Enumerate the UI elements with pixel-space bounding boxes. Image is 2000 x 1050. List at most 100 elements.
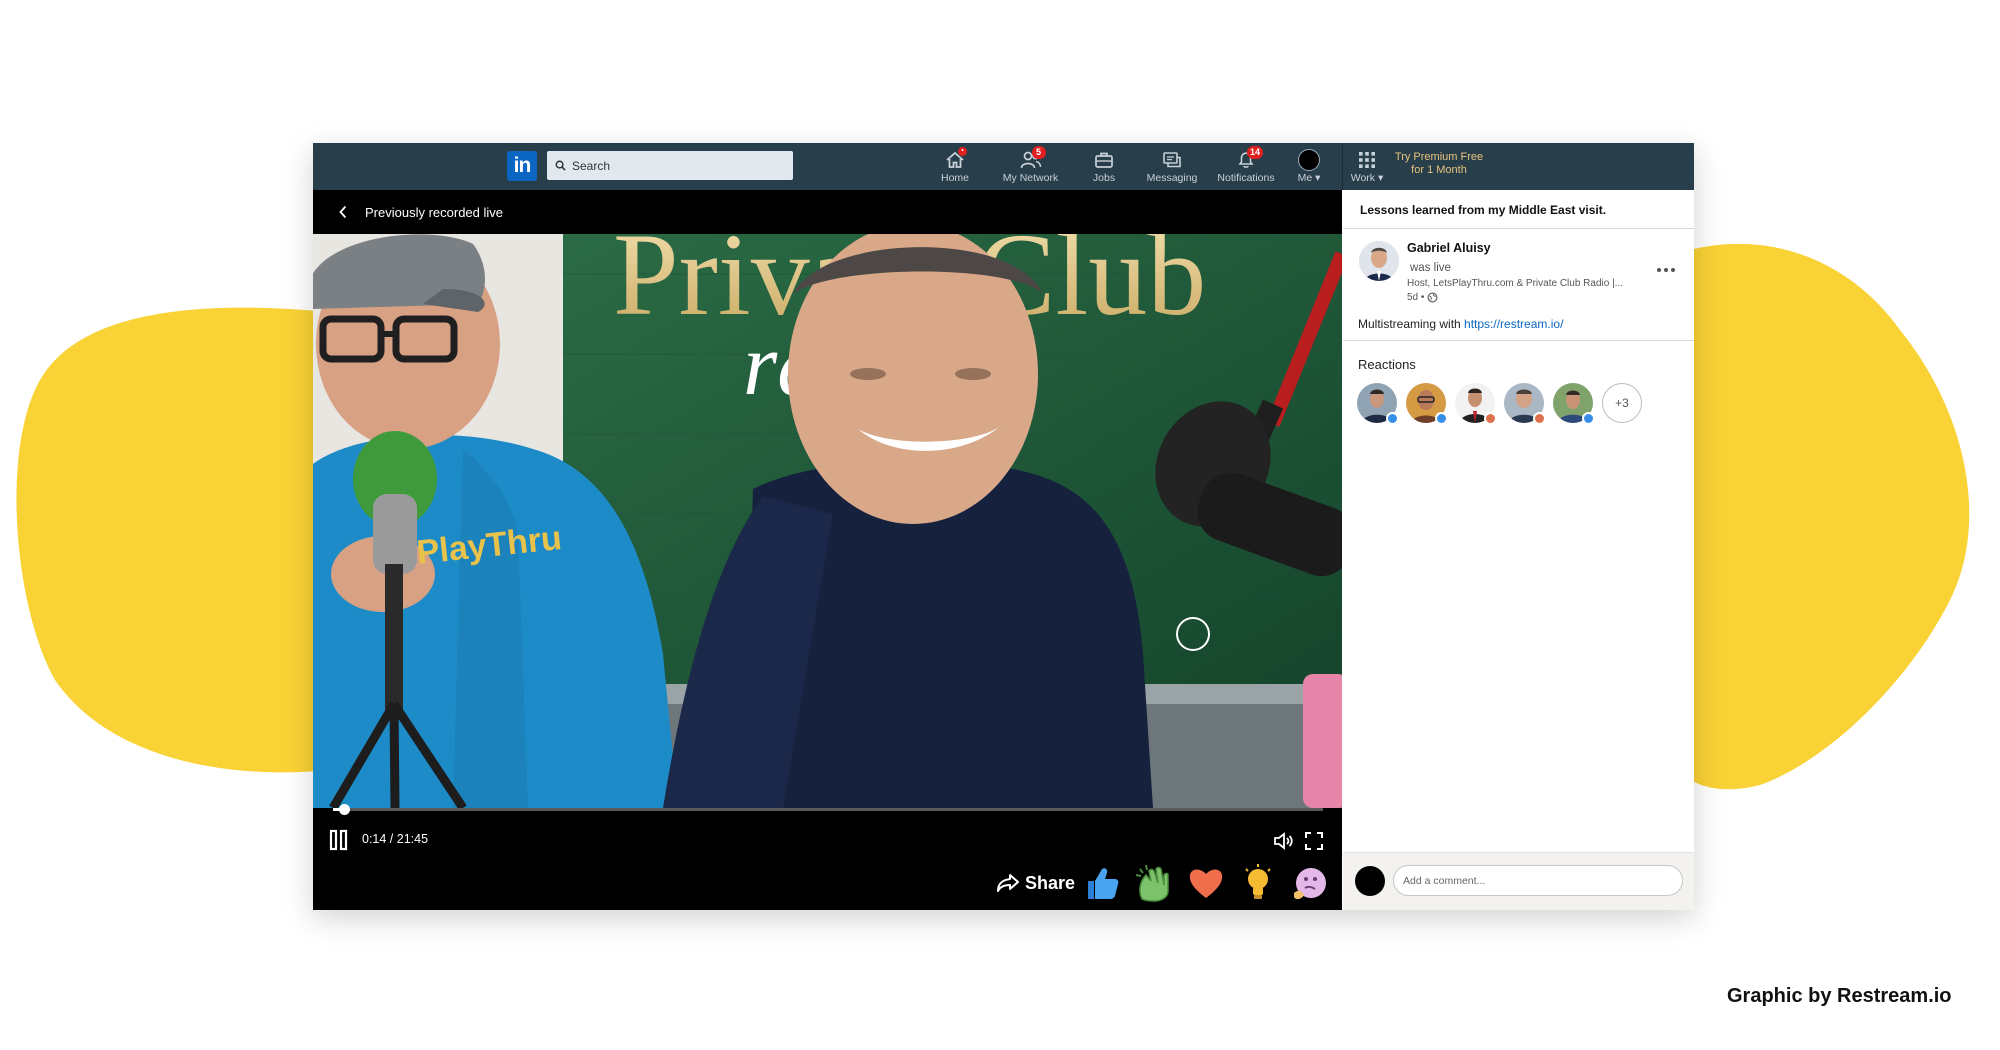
post-text: Multistreaming with — [1358, 317, 1465, 331]
fullscreen-button[interactable] — [1303, 830, 1325, 852]
more-reactors-button[interactable]: +3 — [1602, 383, 1642, 423]
side-panel: Lessons learned from my Middle East visi… — [1343, 190, 1694, 910]
live-status: was live — [1410, 262, 1451, 274]
nav-notifications[interactable]: 14 Notifications — [1210, 146, 1282, 187]
nav-messaging[interactable]: Messaging — [1137, 149, 1207, 187]
notifications-badge: 14 — [1247, 146, 1264, 159]
react-curious-button[interactable] — [1290, 863, 1330, 903]
canvas: in • Home 5 My Network — [0, 0, 2000, 1050]
video-progress-handle[interactable] — [339, 804, 350, 815]
reactor-avatar[interactable] — [1504, 383, 1546, 425]
nav-label: Jobs — [1092, 172, 1116, 184]
post-time-text: 5d • — [1407, 292, 1425, 303]
share-icon — [997, 874, 1019, 892]
insightful-icon — [1245, 864, 1271, 899]
nav-home[interactable]: • Home — [935, 147, 975, 187]
share-label: Share — [1025, 872, 1076, 893]
video-player[interactable]: Private Club radio sh PlayThru — [313, 234, 1342, 808]
avatar — [1298, 149, 1320, 171]
reactors-list: +3 — [1357, 383, 1642, 425]
volume-icon — [1274, 832, 1293, 850]
pause-icon — [329, 829, 348, 851]
previously-recorded-bar: Previously recorded live — [313, 190, 1342, 234]
grid-icon — [1359, 152, 1375, 168]
like-badge-icon — [1435, 412, 1448, 425]
dot-icon — [1657, 268, 1661, 272]
react-insightful-button[interactable] — [1238, 863, 1278, 903]
nav-label: Messaging — [1146, 172, 1198, 184]
pause-button[interactable] — [329, 829, 349, 851]
reactor-avatar[interactable] — [1357, 383, 1399, 425]
back-button[interactable] — [335, 204, 351, 220]
search-icon — [555, 160, 566, 171]
dot-icon — [1671, 268, 1675, 272]
like-badge-icon — [1582, 412, 1595, 425]
search-box[interactable] — [547, 151, 793, 180]
reactor-avatar[interactable] — [1455, 383, 1497, 425]
reactor-avatar[interactable] — [1406, 383, 1448, 425]
love-badge-icon — [1533, 412, 1546, 425]
nav-divider — [1342, 143, 1343, 190]
author-photo — [1359, 241, 1399, 281]
celebrate-icon — [1135, 864, 1169, 902]
premium-link[interactable]: Try Premium Free for 1 Month — [1384, 151, 1494, 177]
video-reaction-bar: Share — [313, 857, 1342, 910]
linkedin-window: in • Home 5 My Network — [313, 143, 1694, 910]
nav-label: Home — [940, 172, 969, 184]
comment-bar — [1343, 852, 1694, 910]
react-love-button[interactable] — [1186, 863, 1226, 903]
nav-work-label-wrap: Work ▾ — [1351, 172, 1384, 184]
network-badge: 5 — [1031, 146, 1046, 159]
reactions-heading: Reactions — [1358, 357, 1416, 372]
volume-button[interactable] — [1272, 830, 1294, 852]
fullscreen-icon — [1305, 832, 1323, 850]
love-badge-icon — [1484, 412, 1497, 425]
like-badge-icon — [1386, 412, 1399, 425]
nav-me[interactable]: Me ▾ — [1289, 149, 1329, 187]
search-input[interactable] — [572, 158, 782, 173]
comment-input[interactable] — [1393, 865, 1683, 896]
video-progress-bar[interactable] — [333, 804, 1323, 815]
briefcase-icon — [1095, 152, 1113, 168]
nav-label: Work — [1350, 172, 1376, 184]
post-timestamp: 5d • — [1407, 292, 1438, 303]
share-button[interactable]: Share — [996, 867, 1075, 899]
dot-icon — [1664, 268, 1668, 272]
post-link[interactable]: https://restream.io/ — [1464, 317, 1563, 331]
premium-line-1: Try Premium Free — [1394, 151, 1484, 163]
video-time: 0:14 / 21:45 — [362, 832, 429, 846]
top-nav: in • Home 5 My Network — [313, 143, 1694, 190]
chevron-left-icon — [339, 205, 347, 219]
nav-label: My Network — [1002, 172, 1059, 184]
video-frame: Private Club radio sh PlayThru — [313, 234, 1342, 808]
author-avatar[interactable] — [1359, 241, 1399, 281]
curious-icon — [1294, 868, 1326, 900]
home-badge: • — [958, 147, 967, 156]
post-more-button[interactable] — [1657, 265, 1679, 275]
react-celebrate-button[interactable] — [1134, 863, 1174, 903]
nav-label: Notifications — [1217, 172, 1275, 184]
post-title: Lessons learned from my Middle East visi… — [1343, 190, 1694, 229]
graphic-credit: Graphic by Restream.io — [1727, 985, 1952, 1007]
video-column: Previously recorded live Private Club Pl… — [313, 190, 1342, 910]
react-like-button[interactable] — [1082, 863, 1122, 903]
nav-label: Me — [1297, 172, 1313, 184]
chevron-down-icon: ▾ — [1315, 172, 1321, 184]
nav-my-network[interactable]: 5 My Network — [993, 146, 1068, 187]
linkedin-logo[interactable]: in — [507, 151, 537, 181]
video-controls: 0:14 / 21:45 — [313, 823, 1342, 857]
nav-me-label-wrap: Me ▾ — [1298, 172, 1321, 184]
previously-recorded-label: Previously recorded live — [365, 204, 504, 220]
messaging-icon — [1163, 152, 1181, 168]
reactor-avatar[interactable] — [1553, 383, 1595, 425]
author-headline: Host, LetsPlayThru.com & Private Club Ra… — [1407, 278, 1624, 289]
nav-work[interactable]: Work ▾ — [1347, 149, 1387, 187]
premium-line-2: for 1 Month — [1411, 164, 1467, 176]
post-header: Gabriel Aluisy was live Host, LetsPlayTh… — [1343, 229, 1694, 341]
chevron-down-icon: ▾ — [1377, 172, 1384, 184]
avatar — [1355, 866, 1385, 896]
author-name[interactable]: Gabriel Aluisy — [1407, 241, 1491, 255]
globe-icon — [1427, 292, 1438, 303]
nav-jobs[interactable]: Jobs — [1084, 149, 1124, 187]
love-icon — [1189, 869, 1223, 898]
